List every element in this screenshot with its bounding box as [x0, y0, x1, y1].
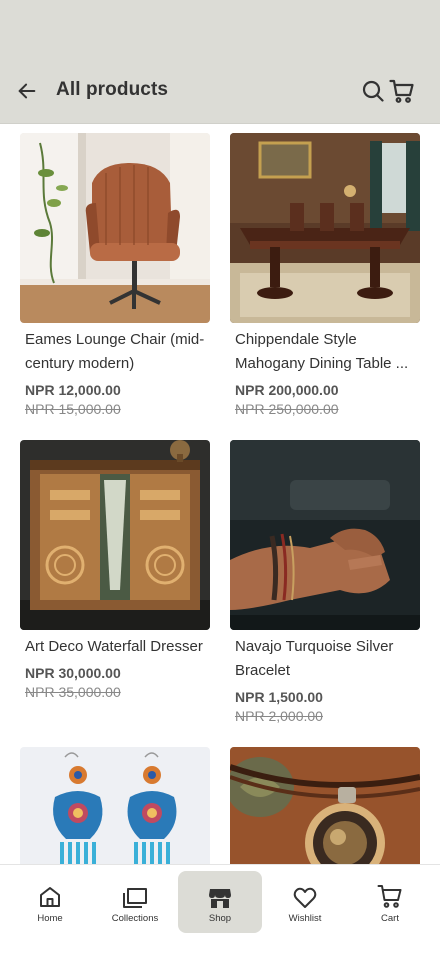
search-button[interactable] [358, 76, 388, 106]
product-image [20, 747, 210, 864]
product-image [230, 133, 420, 323]
product-old-price: NPR 2,000.00 [235, 708, 323, 724]
heart-icon [293, 887, 317, 908]
cart-icon [377, 885, 402, 908]
product-price: NPR 12,000.00 [25, 382, 121, 398]
product-card[interactable]: Art Deco Waterfall Dresser NPR 30,000.00… [20, 440, 210, 700]
product-grid: Eames Lounge Chair (mid-century modern) … [0, 124, 440, 864]
nav-item-wishlist[interactable]: Wishlist [263, 871, 347, 933]
product-card[interactable]: Eames Lounge Chair (mid-century modern) … [20, 133, 210, 417]
nav-label: Wishlist [288, 913, 322, 924]
nav-item-shop[interactable]: Shop [178, 871, 262, 933]
product-card[interactable]: Chippendale Style Mahogany Dining Table … [230, 133, 420, 417]
product-image [20, 133, 210, 323]
collections-icon [123, 888, 147, 908]
product-old-price: NPR 15,000.00 [25, 401, 121, 417]
nav-label: Collections [111, 913, 159, 924]
arrow-left-icon [18, 83, 36, 99]
app-bar: All products [0, 60, 440, 124]
back-button[interactable] [12, 76, 42, 106]
product-card[interactable] [20, 747, 210, 864]
product-name: Chippendale Style Mahogany Dining Table … [235, 331, 409, 372]
product-old-price: NPR 250,000.00 [235, 401, 339, 417]
product-image [230, 440, 420, 630]
cart-icon [389, 79, 414, 103]
bottom-navigation: Home Collections Shop Wishlist Cart [0, 864, 440, 956]
nav-label: Shop [208, 913, 232, 924]
product-image [20, 440, 210, 630]
product-old-price: NPR 35,000.00 [25, 684, 121, 700]
status-bar-area [0, 0, 440, 60]
nav-item-collections[interactable]: Collections [93, 871, 177, 933]
nav-label: Cart [381, 913, 399, 924]
product-price: NPR 30,000.00 [25, 665, 121, 681]
nav-item-cart[interactable]: Cart [348, 871, 432, 933]
product-name: Eames Lounge Chair (mid-century modern) [25, 331, 205, 372]
page-title: All products [56, 79, 169, 100]
product-price: NPR 1,500.00 [235, 689, 323, 705]
search-icon [362, 80, 384, 102]
cart-button[interactable] [386, 76, 418, 106]
product-card[interactable] [230, 747, 420, 864]
product-name: Art Deco Waterfall Dresser [25, 638, 203, 655]
nav-label: Home [37, 913, 63, 924]
product-price: NPR 200,000.00 [235, 382, 339, 398]
product-name: Navajo Turquoise Silver Bracelet [235, 638, 394, 679]
shop-icon [209, 889, 231, 908]
product-image [230, 747, 420, 864]
product-card[interactable]: Navajo Turquoise Silver Bracelet NPR 1,5… [230, 440, 420, 724]
nav-item-home[interactable]: Home [8, 871, 92, 933]
home-icon [40, 887, 60, 907]
